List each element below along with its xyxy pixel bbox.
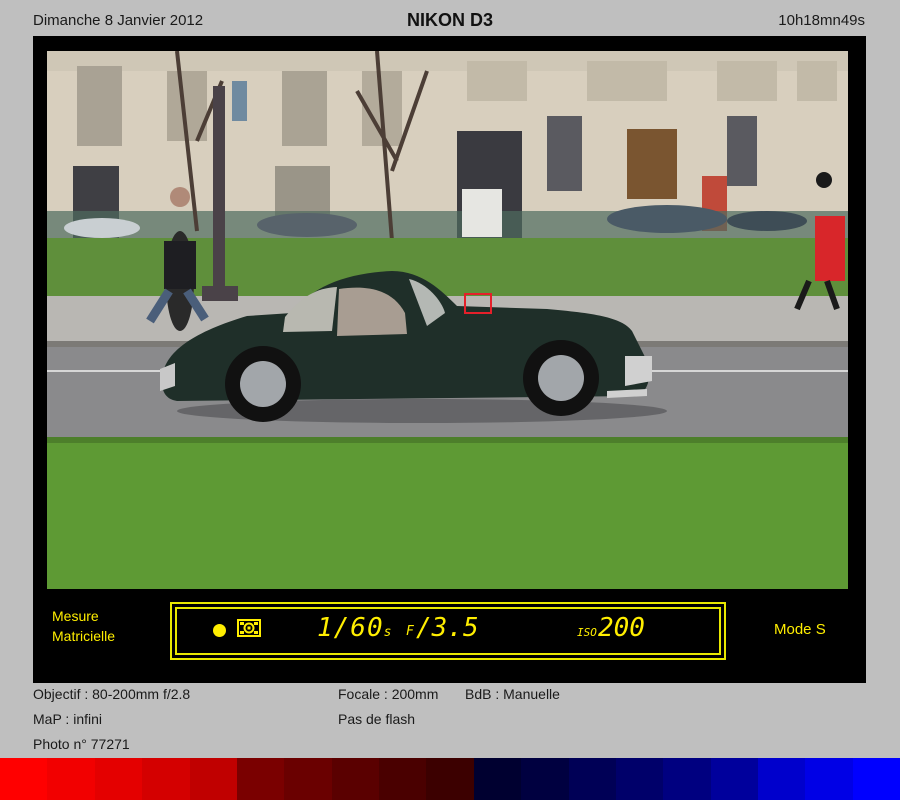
stripe-segment: [615, 758, 664, 800]
af-focus-point: [464, 293, 492, 314]
metering-label-line2: Matricielle: [52, 628, 116, 644]
stripe-segment: [331, 758, 379, 800]
header-bar: Dimanche 8 Janvier 2012 NIKON D3 10h18mn…: [0, 0, 900, 36]
time-label: 10h18mn49s: [778, 12, 865, 29]
stripe-segment: [142, 758, 190, 800]
stripe-segment: [473, 758, 522, 800]
shutter-speed: 1/60s: [317, 613, 392, 643]
focus-indicator-icon: [213, 624, 226, 637]
aperture-value: /3.5: [416, 613, 479, 643]
stripe-segment: [805, 758, 853, 800]
aperture-prefix: F: [406, 624, 414, 639]
shutter-unit: s: [383, 625, 393, 640]
iso-label: ISO: [577, 626, 597, 639]
viewfinder-frame: Mesure Matricielle 1/60s F /3.5 ISO 200 …: [33, 36, 866, 683]
flash-info: Pas de flash: [338, 711, 416, 727]
stripe-segment: [710, 758, 758, 800]
stripe-segment: [284, 758, 332, 800]
metering-label-line1: Mesure: [52, 608, 99, 624]
photo: [47, 51, 848, 589]
stripe-segment: [94, 758, 143, 800]
lens-info: Objectif : 80-200mm f/2.8: [33, 686, 191, 702]
matrix-metering-icon: [237, 619, 261, 637]
exposure-mode: Mode S: [774, 621, 826, 638]
photo-number: Photo n° 77271: [33, 736, 130, 752]
stripe-segment: [379, 758, 427, 800]
camera-title: NIKON D3: [406, 10, 493, 30]
metering-label: Mesure Matricielle: [52, 606, 115, 646]
white-balance-info: BdB : Manuelle: [465, 686, 560, 702]
focal-info: Focale : 200mm: [338, 686, 439, 702]
stripe-segment: [47, 758, 95, 800]
color-stripe: [0, 758, 900, 800]
stripe-segment: [236, 758, 285, 800]
stripe-segment: [0, 758, 48, 800]
shutter-value: 1/60: [317, 613, 384, 643]
photo-scene: [47, 51, 848, 589]
stripe-segment: [852, 758, 900, 800]
iso-value: 200: [598, 613, 645, 643]
stripe-segment: [663, 758, 711, 800]
stripe-segment: [189, 758, 237, 800]
stripe-segment: [521, 758, 569, 800]
stripe-segment: [758, 758, 806, 800]
viewfinder-lcd: 1/60s F /3.5 ISO 200: [170, 602, 726, 660]
stripe-segment: [568, 758, 616, 800]
focus-info: MaP : infini: [33, 711, 102, 727]
stripe-segment: [426, 758, 474, 800]
